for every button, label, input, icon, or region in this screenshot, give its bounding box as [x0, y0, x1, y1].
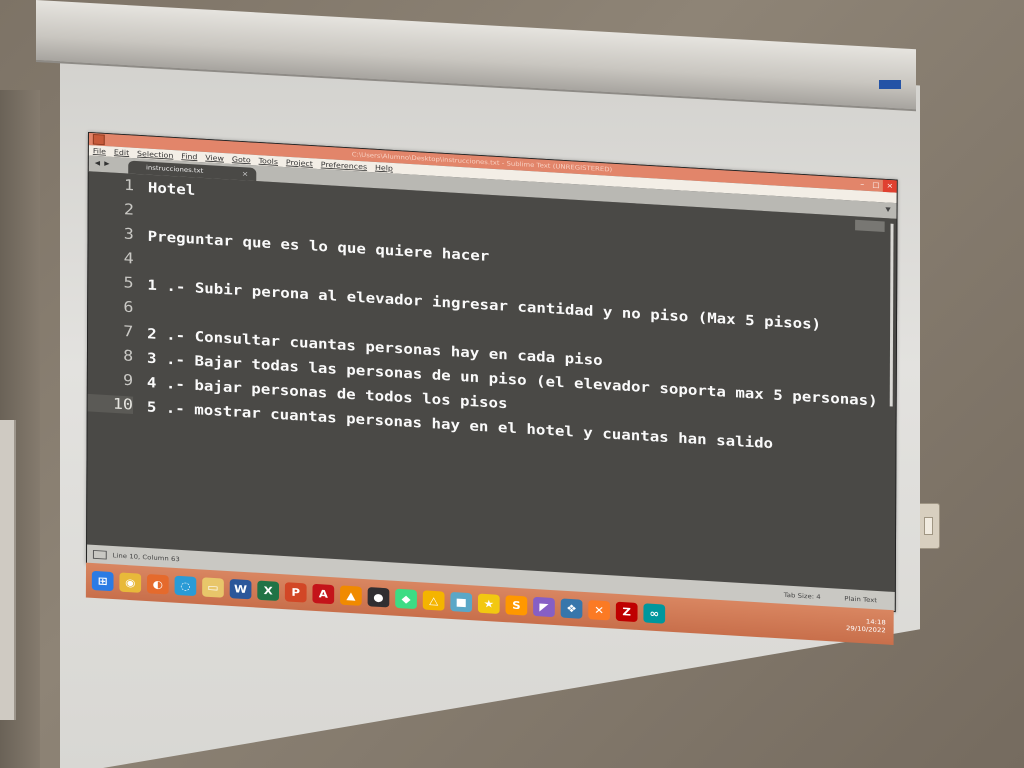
edge-icon[interactable]: ◌ [174, 575, 197, 597]
obs-icon[interactable]: ● [367, 587, 390, 608]
python-icon[interactable]: ❖ [560, 598, 583, 619]
window-controls: – □ × [855, 178, 897, 193]
syntax-selector[interactable]: Plain Text [844, 595, 877, 604]
minimize-button[interactable]: – [855, 178, 869, 191]
box-icon[interactable]: ■ [450, 591, 473, 613]
system-tray[interactable]: 14:18 29/10/2022 [846, 617, 886, 635]
arduino-icon[interactable]: ∞ [643, 603, 666, 624]
menu-goto[interactable]: Goto [232, 155, 251, 164]
status-right: Tab Size: 4 Plain Text [784, 592, 877, 604]
star-icon[interactable]: ★ [477, 593, 500, 614]
menu-file[interactable]: File [93, 147, 106, 156]
acrobat-icon[interactable]: A [312, 583, 335, 605]
menu-view[interactable]: View [205, 153, 224, 162]
close-button[interactable]: × [882, 179, 897, 193]
line-number: 6 [123, 298, 134, 317]
line-number: 3 [123, 225, 134, 244]
line-number: 7 [123, 322, 134, 341]
projected-desktop: C:\Users\Alumno\Desktop\instrucciones.tx… [85, 132, 898, 736]
line-number: 5 [123, 274, 134, 293]
menu-tools[interactable]: Tools [259, 156, 278, 165]
line-number: 2 [123, 201, 134, 220]
xampp-icon[interactable]: ✕ [588, 600, 611, 621]
firefox-icon[interactable]: ◐ [146, 574, 169, 595]
line-number: 4 [123, 249, 134, 268]
menu-project[interactable]: Project [286, 158, 313, 167]
vlc-icon[interactable]: ▲ [340, 585, 362, 606]
chrome-icon[interactable]: ◉ [119, 572, 142, 593]
menu-edit[interactable]: Edit [114, 148, 129, 157]
menu-find[interactable]: Find [181, 152, 197, 161]
sublime-app-icon [92, 134, 105, 146]
console-toggle-icon[interactable] [92, 550, 107, 560]
tab-size-selector[interactable]: Tab Size: 4 [784, 592, 821, 601]
file-explorer-icon[interactable]: ▭ [202, 577, 224, 598]
windows-icon[interactable]: ⊞ [91, 570, 114, 592]
clock-date: 29/10/2022 [845, 624, 886, 635]
word-icon[interactable]: W [229, 578, 252, 600]
drive-icon[interactable]: △ [422, 590, 445, 611]
brand-badge [879, 80, 901, 89]
visual-studio-icon[interactable]: ◤ [533, 596, 555, 618]
line-number: 1 [123, 176, 135, 195]
tab-close-icon[interactable]: × [242, 167, 249, 180]
menu-help[interactable]: Help [375, 163, 393, 172]
line-text: Hotel [147, 178, 196, 198]
filezilla-icon[interactable]: Z [615, 601, 638, 623]
line-number: 9 [123, 371, 134, 390]
whiteboard-edge [0, 420, 16, 720]
tab-nav-arrows-icon[interactable]: ◀ ▶ [95, 159, 111, 167]
excel-icon[interactable]: X [257, 580, 280, 601]
maximize-button[interactable]: □ [869, 179, 883, 192]
android-studio-icon[interactable]: ◆ [395, 588, 417, 610]
tab-label: instrucciones.txt [145, 164, 204, 175]
line-number: 8 [123, 347, 134, 366]
powerpoint-icon[interactable]: P [284, 582, 307, 603]
sublime-icon[interactable]: S [505, 595, 528, 616]
tab-dropdown-icon[interactable]: ▼ [885, 206, 890, 213]
sublime-window: C:\Users\Alumno\Desktop\instrucciones.tx… [86, 132, 898, 613]
line-number: 10 [87, 393, 134, 414]
editor-area[interactable]: 1 Hotel 2 3 Preguntar que es lo que quie… [87, 171, 897, 592]
